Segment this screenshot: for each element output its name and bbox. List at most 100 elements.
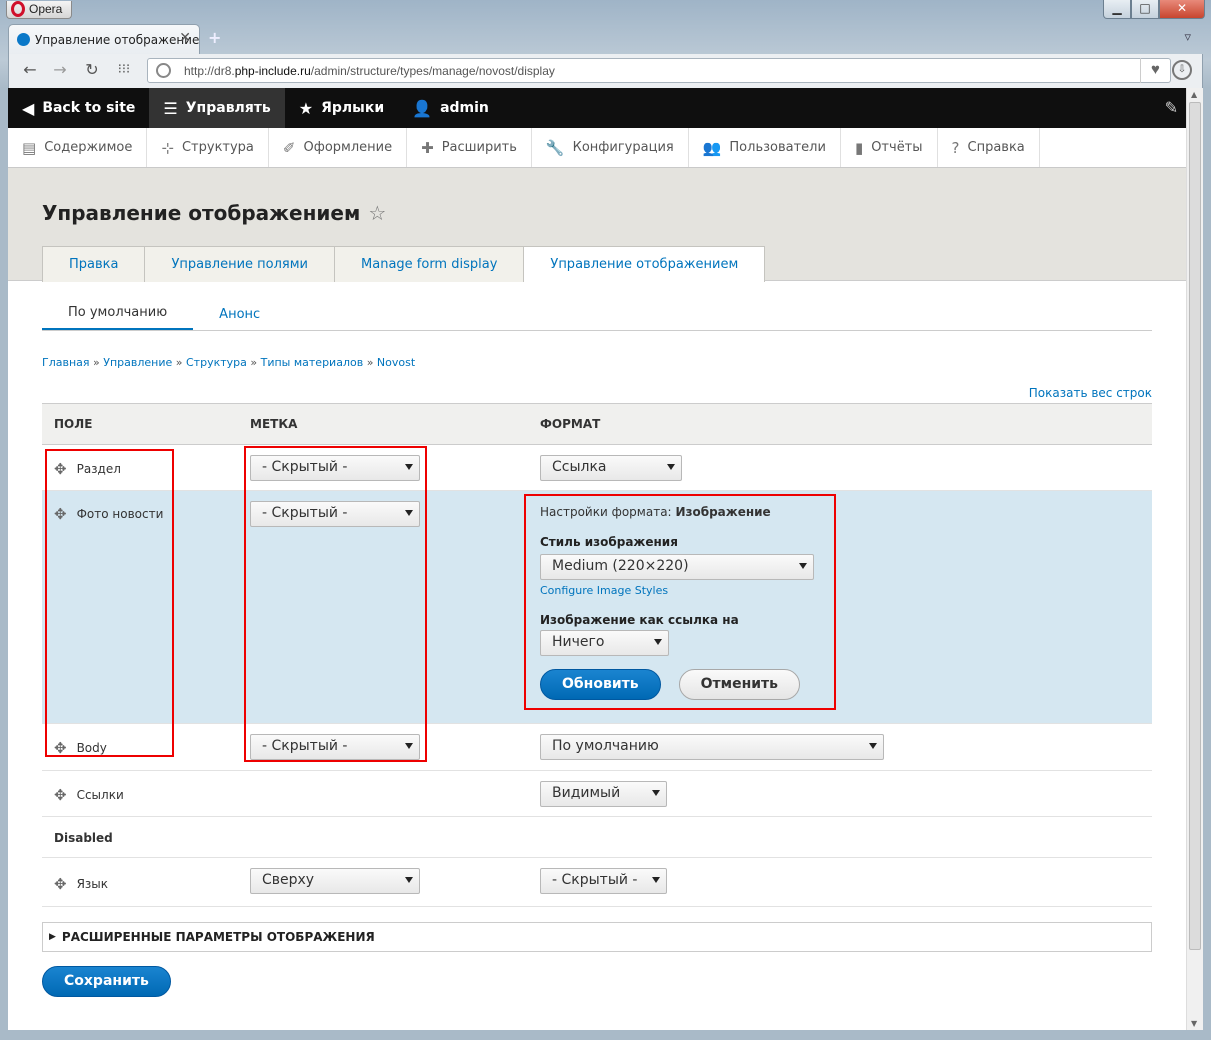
field-label: Ссылки: [76, 788, 124, 802]
tab-edit[interactable]: Правка: [42, 246, 146, 282]
breadcrumb-link[interactable]: Управление: [103, 356, 172, 369]
disabled-region-title: Disabled: [42, 816, 1152, 858]
field-label: Фото новости: [76, 507, 164, 521]
primary-tabs: Правка Управление полями Manage form dis…: [42, 246, 766, 282]
breadcrumb-link[interactable]: Novost: [377, 356, 415, 369]
image-link-label: Изображение как ссылка на: [540, 613, 739, 627]
star-icon: ★: [298, 98, 314, 118]
downloads-icon[interactable]: ⇩: [1172, 60, 1192, 80]
format-select[interactable]: Ссылка: [540, 455, 682, 481]
back-to-site-link[interactable]: ◀ Back to site: [8, 88, 149, 128]
breadcrumb-link[interactable]: Главная: [42, 356, 90, 369]
label-select[interactable]: - Скрытый -: [250, 734, 420, 760]
tray-label: Структура: [181, 140, 254, 155]
minimize-button[interactable]: ▁: [1103, 0, 1131, 19]
column-header: ПОЛЕ: [42, 403, 238, 445]
drag-handle-icon[interactable]: ✥: [54, 460, 67, 478]
shortcut-star-icon[interactable]: ☆: [368, 201, 386, 225]
save-button[interactable]: Сохранить: [42, 966, 171, 997]
advanced-settings-summary: РАСШИРЕННЫЕ ПАРАМЕТРЫ ОТОБРАЖЕНИЯ: [61, 930, 375, 944]
new-tab-icon[interactable]: +: [208, 28, 221, 47]
shortcuts-menu[interactable]: ★ Ярлыки: [285, 88, 398, 128]
show-row-weights-link[interactable]: Показать вес строк: [42, 386, 1152, 400]
manage-menu[interactable]: ☰ Управлять: [149, 88, 285, 128]
tray-extend[interactable]: ✚ Расширить: [407, 128, 532, 167]
chevron-down-icon: [405, 464, 413, 470]
back-to-site-label: Back to site: [42, 100, 136, 116]
drag-handle-icon[interactable]: ✥: [54, 875, 67, 893]
configure-image-styles-link[interactable]: Configure Image Styles: [540, 584, 1152, 597]
select-value: - Скрытый -: [262, 459, 348, 475]
subtab-default[interactable]: По умолчанию: [42, 305, 194, 330]
subtab-teaser[interactable]: Анонс: [193, 307, 286, 330]
label-select[interactable]: Сверху: [250, 868, 420, 894]
scrollbar-thumb[interactable]: [1189, 102, 1201, 950]
drag-handle-icon[interactable]: ✥: [54, 505, 67, 523]
opera-menu-button[interactable]: Opera: [6, 1, 72, 19]
address-bar[interactable]: http://dr8.php-include.ru/admin/structur…: [147, 58, 1171, 83]
people-icon: 👥: [702, 138, 722, 157]
tray-content[interactable]: ▤ Содержимое: [8, 128, 148, 167]
tab-manage-fields[interactable]: Управление полями: [144, 246, 336, 282]
table-row: ✥ Фото новости - Скрытый - Настройки форм…: [42, 490, 1152, 724]
tray-reports[interactable]: ▮ Отчёты: [841, 128, 938, 167]
shortcuts-label: Ярлыки: [321, 100, 385, 116]
page-header: Управление отображением ☆ Правка Управлен…: [8, 168, 1186, 282]
window-controls: ▁ □ ✕: [1103, 0, 1205, 20]
format-select[interactable]: По умолчанию: [540, 734, 884, 760]
site-info-icon[interactable]: [156, 63, 171, 78]
format-select[interactable]: Видимый: [540, 781, 667, 807]
reload-icon[interactable]: ↻: [81, 60, 103, 79]
url-domain: php-include.ru: [234, 64, 311, 78]
advanced-settings-details[interactable]: ▶ РАСШИРЕННЫЕ ПАРАМЕТРЫ ОТОБРАЖЕНИЯ: [42, 922, 1152, 952]
edit-pencil-icon[interactable]: ✎: [1165, 98, 1178, 117]
tray-help[interactable]: ? Справка: [938, 128, 1040, 167]
browser-tab[interactable]: Управление отображение ✕: [8, 24, 200, 54]
table-row: ✥ Раздел - Скрытый - Ссылка: [42, 444, 1152, 491]
select-value: Сверху: [262, 872, 315, 888]
tab-menu-icon[interactable]: ▿: [1184, 30, 1191, 45]
chevron-down-icon: [799, 563, 807, 569]
field-name: ✥ Язык: [54, 875, 238, 893]
cancel-button[interactable]: Отменить: [678, 669, 801, 700]
forward-arrow-icon[interactable]: →: [49, 60, 71, 79]
user-icon: 👤: [412, 98, 433, 118]
update-button[interactable]: Обновить: [540, 669, 661, 700]
speed-dial-icon[interactable]: ⁝⁝⁝: [113, 62, 135, 77]
drag-handle-icon[interactable]: ✥: [54, 739, 67, 757]
close-tab-icon[interactable]: ✕: [179, 30, 191, 46]
vertical-scrollbar[interactable]: ▲ ▼: [1186, 88, 1203, 1030]
format-select[interactable]: - Скрытый -: [540, 868, 667, 894]
image-link-select[interactable]: Ничего: [540, 630, 669, 656]
label-select[interactable]: - Скрытый -: [250, 455, 420, 481]
tray-label: Пользователи: [729, 140, 826, 155]
user-menu[interactable]: 👤 admin: [398, 88, 503, 128]
url-prefix: http://dr8.: [184, 64, 235, 78]
chevron-down-icon: [405, 743, 413, 749]
breadcrumb-link[interactable]: Структура: [186, 356, 247, 369]
tab-manage-display[interactable]: Управление отображением: [523, 246, 766, 282]
select-value: Видимый: [552, 785, 621, 801]
manage-label: Управлять: [185, 100, 271, 116]
maximize-button[interactable]: □: [1131, 0, 1159, 19]
image-style-select[interactable]: Medium (220×220): [540, 554, 814, 580]
tab-manage-form-display[interactable]: Manage form display: [334, 246, 525, 282]
tray-config[interactable]: 🔧 Конфигурация: [532, 128, 689, 167]
tray-structure[interactable]: ⊹ Структура: [147, 128, 269, 167]
back-arrow-icon[interactable]: ←: [19, 60, 41, 79]
scroll-up-icon[interactable]: ▲: [1191, 90, 1197, 99]
bookmark-heart-icon[interactable]: ♥: [1140, 58, 1170, 83]
drag-handle-icon[interactable]: ✥: [54, 786, 67, 804]
tray-appearance[interactable]: ✐ Оформление: [269, 128, 408, 167]
help-icon: ?: [951, 138, 960, 157]
structure-icon: ⊹: [161, 138, 174, 157]
breadcrumb-link[interactable]: Типы материалов: [261, 356, 364, 369]
tray-people[interactable]: 👥 Пользователи: [689, 128, 841, 167]
scroll-down-icon[interactable]: ▼: [1191, 1019, 1197, 1028]
close-window-button[interactable]: ✕: [1159, 0, 1205, 19]
select-value: Ничего: [552, 634, 605, 650]
select-value: - Скрытый -: [262, 738, 348, 754]
chevron-down-icon: [405, 877, 413, 883]
select-value: - Скрытый -: [552, 872, 638, 888]
label-select[interactable]: - Скрытый -: [250, 501, 420, 527]
